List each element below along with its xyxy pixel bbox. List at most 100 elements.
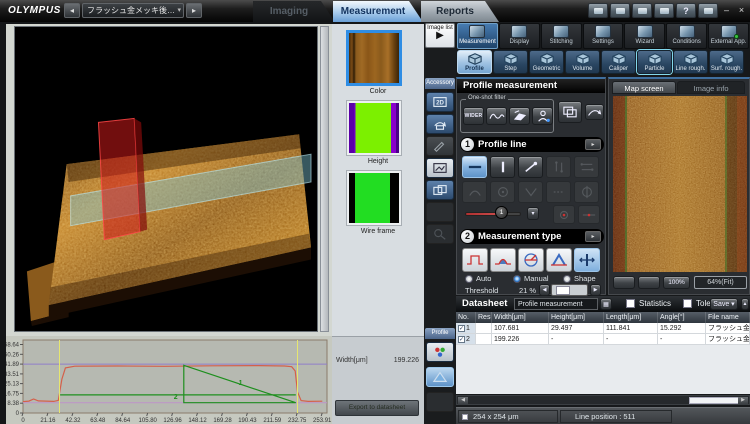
column-header-file-name[interactable]: File name xyxy=(706,312,750,323)
accessory-tab[interactable]: Accessory xyxy=(425,78,455,89)
map-zoom-button[interactable] xyxy=(638,276,660,289)
step-measure-button[interactable] xyxy=(462,248,488,272)
help-button[interactable]: ? xyxy=(676,3,696,18)
tab-image-info[interactable]: Image info xyxy=(677,81,745,94)
ribbon-tab-display[interactable]: Display xyxy=(499,23,540,49)
prev-file-button[interactable]: ◂ xyxy=(64,3,80,18)
column-header-length-m[interactable]: Length[μm] xyxy=(604,312,658,323)
scroll-right-arrow[interactable]: ▶ xyxy=(738,397,748,404)
column-header-width-m[interactable]: Width[μm] xyxy=(492,312,549,323)
type-options-button[interactable]: ▸ xyxy=(585,231,601,242)
free-line-button[interactable] xyxy=(518,156,543,178)
surface-3d-button[interactable] xyxy=(426,367,454,387)
tab-reports[interactable]: Reports xyxy=(421,1,499,22)
zoom-100-button[interactable]: 100% xyxy=(663,276,690,289)
next-file-button[interactable]: ▸ xyxy=(186,3,202,18)
login-key-button[interactable] xyxy=(698,3,718,18)
horizontal-line-button[interactable] xyxy=(462,156,487,178)
profile-chart-svg[interactable]: 08.3816.7525.1333.5141.8950.2658.64021.1… xyxy=(6,336,332,424)
datasheet-grid-button[interactable]: ▦ xyxy=(600,298,612,310)
open-file-button[interactable] xyxy=(588,3,608,18)
image-frame-button[interactable] xyxy=(426,158,454,178)
circle-cross-button[interactable] xyxy=(574,181,599,203)
to-2d-button[interactable]: 2D xyxy=(426,92,454,112)
tools-button[interactable] xyxy=(654,3,674,18)
tab-map-screen[interactable]: Map screen xyxy=(612,81,676,94)
flip-image-button[interactable] xyxy=(426,114,454,134)
close-button[interactable]: × xyxy=(735,4,748,17)
datasheet-horizontal-scrollbar[interactable]: ◀ ▶ xyxy=(456,395,750,405)
smooth-curve-button[interactable] xyxy=(585,104,604,120)
threshold-slider-track[interactable] xyxy=(551,284,588,296)
zoom-fit-field[interactable]: 64%(Fit) xyxy=(694,276,747,289)
point-target-button[interactable] xyxy=(553,205,575,224)
ribbon-tab-wizard[interactable]: Wizard xyxy=(624,23,665,49)
measure-tool-volume[interactable]: Volume xyxy=(565,50,600,74)
column-header-height-m[interactable]: Height[μm] xyxy=(549,312,604,323)
waveform-filter-button[interactable] xyxy=(486,107,507,125)
width-measure-button[interactable] xyxy=(574,248,600,272)
magnifier-button[interactable] xyxy=(426,224,454,244)
datasheet-mode-dropdown[interactable]: Profile measurement xyxy=(514,298,598,310)
thumbnail-wire-frame[interactable] xyxy=(346,170,402,226)
dashed-line-button[interactable] xyxy=(546,181,571,203)
peak-measure-button[interactable] xyxy=(546,248,572,272)
measure-tool-profile[interactable]: Profile xyxy=(457,50,492,74)
file-selector-dropdown[interactable]: フラッシュ金メッキ後…▾ xyxy=(82,3,184,18)
column-header-result[interactable]: Result xyxy=(476,312,492,323)
pen-tool-button[interactable] xyxy=(426,136,454,156)
row-checkbox[interactable]: ✓ xyxy=(458,325,465,332)
vertical-pair-button[interactable] xyxy=(546,156,571,178)
scrollbar-thumb[interactable] xyxy=(689,397,739,404)
measure-tool-caliper[interactable]: Caliper xyxy=(601,50,636,74)
line-width-slider[interactable] xyxy=(465,212,521,216)
table-row[interactable]: ✓1107.68129.497111.84115.292フラッシュ金 xyxy=(456,323,750,334)
wider-filter-button[interactable]: WIDER xyxy=(463,107,484,125)
tolerance-checkbox[interactable] xyxy=(683,299,692,308)
save-button[interactable]: Save ▾ xyxy=(710,298,738,310)
measure-tool-geometric[interactable]: Geometric xyxy=(529,50,564,74)
ribbon-tab-settings[interactable]: Settings xyxy=(583,23,624,49)
tab-imaging[interactable]: Imaging xyxy=(253,1,335,22)
measure-tool-step[interactable]: Step xyxy=(493,50,528,74)
collapse-datasheet-button[interactable]: ▲ xyxy=(741,298,749,310)
thumbnail-color[interactable] xyxy=(346,30,402,86)
blank-tool-button[interactable] xyxy=(426,202,454,222)
polyline-button[interactable] xyxy=(518,181,543,203)
auto-filter-button[interactable] xyxy=(532,107,553,125)
line-width-slider-handle[interactable]: 1 xyxy=(495,206,508,219)
column-header-no[interactable]: No. xyxy=(456,312,476,323)
scroll-left-arrow[interactable]: ◀ xyxy=(458,397,468,404)
angle-measure-button[interactable] xyxy=(518,248,544,272)
map-pan-button[interactable] xyxy=(613,276,635,289)
ribbon-tab-external-app[interactable]: External App. xyxy=(708,23,749,49)
ribbon-tab-measurement[interactable]: Measurement xyxy=(457,23,498,49)
measure-tool-surf-rough[interactable]: Surf. rough. xyxy=(709,50,744,74)
vertical-line-button[interactable] xyxy=(490,156,515,178)
palette-button[interactable] xyxy=(426,342,454,362)
layers-button[interactable] xyxy=(558,101,582,123)
measure-tool-line-rough[interactable]: Line rough. xyxy=(673,50,708,74)
threshold-increase-button[interactable]: ▶ xyxy=(590,284,601,296)
table-row[interactable]: ✓2199.226---フラッシュ金 xyxy=(456,334,750,345)
canvas-vertical-scrollbar[interactable] xyxy=(320,26,329,332)
radio-shape[interactable]: Shape xyxy=(563,274,596,283)
surface-3d-view[interactable] xyxy=(14,26,318,332)
save-button[interactable] xyxy=(610,3,630,18)
minimize-button[interactable]: – xyxy=(720,4,733,17)
blank-slot-button[interactable] xyxy=(426,392,454,412)
profile-tab[interactable]: Profile xyxy=(425,328,455,339)
export-to-datasheet-button[interactable]: Export to datasheet xyxy=(335,400,419,416)
horizontal-pair-button[interactable] xyxy=(574,156,599,178)
row-checkbox[interactable]: ✓ xyxy=(458,336,465,343)
statistics-checkbox[interactable] xyxy=(626,299,635,308)
column-header-angle[interactable]: Angle[°] xyxy=(658,312,706,323)
tilt-correction-button[interactable] xyxy=(509,107,530,125)
arc-line-button[interactable] xyxy=(462,181,487,203)
circle-line-button[interactable] xyxy=(490,181,515,203)
line-width-dropdown[interactable]: ▾ xyxy=(527,207,539,220)
measure-tool-particle[interactable]: Particle xyxy=(637,50,672,74)
map-preview-image[interactable] xyxy=(613,96,747,272)
point-line-button[interactable] xyxy=(578,205,600,224)
image-list-button[interactable]: Image list ▶ xyxy=(425,23,455,48)
